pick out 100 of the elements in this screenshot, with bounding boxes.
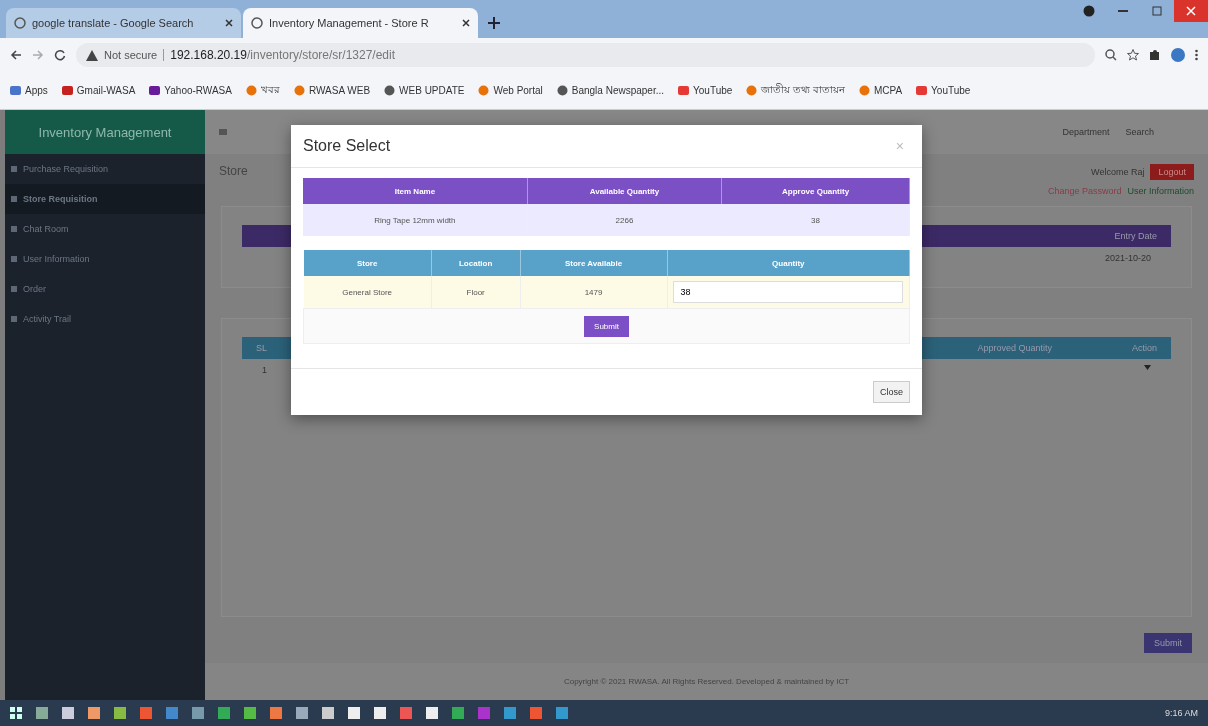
submit-button[interactable]: Submit — [1144, 633, 1192, 653]
column-header: Store Available — [520, 250, 668, 276]
bookmark[interactable]: Bangla Newspaper... — [556, 85, 665, 96]
app-icon[interactable] — [296, 707, 308, 719]
bookmark[interactable]: YouTube — [678, 85, 733, 96]
sidebar-title: Inventory Management — [5, 110, 205, 154]
welcome-text: Welcome Raj — [1091, 167, 1145, 177]
app-icon[interactable] — [426, 707, 438, 719]
circle-icon — [746, 85, 758, 96]
submit-button[interactable]: Submit — [584, 316, 629, 337]
column-header: Action — [1132, 343, 1157, 353]
forward-icon[interactable] — [32, 49, 44, 61]
nav-link[interactable]: Search — [1125, 127, 1154, 137]
column-header: Quantity — [667, 250, 910, 276]
avatar-icon[interactable] — [1171, 48, 1185, 62]
menu-item-icon — [11, 166, 17, 172]
menu-item-icon — [11, 226, 17, 232]
sidebar-item[interactable]: Order — [5, 274, 205, 304]
column-header: SL — [256, 343, 267, 353]
bookmark[interactable]: RWASA WEB — [293, 85, 371, 96]
warning-icon — [86, 49, 98, 61]
bookmark[interactable]: জাতীয় তথ্য বাতায়ন — [746, 82, 845, 99]
column-header: Approve Quantity — [721, 178, 910, 204]
app-icon[interactable] — [244, 707, 256, 719]
table-cell: 2266 — [527, 204, 722, 236]
account-icon[interactable] — [1083, 5, 1095, 17]
column-header: Store — [303, 250, 432, 276]
page-title: Store — [219, 164, 248, 180]
plus-icon[interactable] — [488, 17, 500, 29]
close-icon[interactable] — [225, 19, 233, 27]
browser-tab[interactable]: Inventory Management - Store R — [243, 8, 478, 38]
column-header: Available Quantity — [527, 178, 722, 204]
app-icon[interactable] — [88, 707, 100, 719]
menu-item-icon — [11, 316, 17, 322]
sidebar-item[interactable]: Purchase Requisition — [5, 154, 205, 184]
app-icon[interactable] — [140, 707, 152, 719]
app-icon[interactable] — [530, 707, 542, 719]
caret-icon[interactable] — [1144, 365, 1151, 370]
menu-item-icon — [11, 256, 17, 262]
nav-link[interactable]: Department — [1062, 127, 1110, 137]
maximize-icon[interactable] — [1152, 6, 1162, 16]
column-header: Location — [431, 250, 520, 276]
bookmark[interactable]: খবর — [245, 82, 280, 99]
bookmark[interactable]: Web Portal — [478, 85, 543, 96]
table-cell: 1 — [262, 365, 267, 375]
sidebar-item[interactable]: User Information — [5, 244, 205, 274]
circle-icon — [478, 85, 490, 96]
sidebar-item[interactable]: Activity Trail — [5, 304, 205, 334]
bookmark[interactable]: YouTube — [916, 85, 971, 96]
browser-tab[interactable]: google translate - Google Search — [6, 8, 241, 38]
app-icon[interactable] — [556, 707, 568, 719]
menu-item-icon — [11, 196, 17, 202]
windows-icon[interactable] — [10, 707, 22, 719]
app-icon[interactable] — [452, 707, 464, 719]
table-cell: 1479 — [520, 276, 668, 309]
table-cell: Ring Tape 12mm width — [303, 204, 528, 236]
close-button[interactable]: Close — [873, 381, 910, 403]
column-header: Approved Quantity — [977, 343, 1052, 353]
app-icon[interactable] — [62, 707, 74, 719]
bookmark[interactable]: MCPA — [858, 85, 903, 96]
minimize-icon[interactable] — [1118, 10, 1128, 12]
bookmark[interactable]: Yahoo-RWASA — [149, 85, 232, 96]
menu-item-icon — [11, 286, 17, 292]
app-icon[interactable] — [374, 707, 386, 719]
app-icon[interactable] — [218, 707, 230, 719]
clock: 9:16 AM — [1164, 708, 1198, 718]
circle-icon — [858, 85, 870, 96]
circle-icon — [245, 85, 257, 96]
app-icon[interactable] — [270, 707, 282, 719]
table-cell: 2021-10-20 — [1104, 253, 1151, 263]
app-icon[interactable] — [166, 707, 178, 719]
app-icon[interactable] — [192, 707, 204, 719]
app-icon[interactable] — [400, 707, 412, 719]
back-icon[interactable] — [10, 49, 22, 61]
column-header: Entry Date — [1114, 231, 1157, 241]
app-icon[interactable] — [478, 707, 490, 719]
table-cell: Floor — [431, 276, 520, 309]
quantity-field[interactable]: 38 — [673, 281, 904, 303]
table-cell: General Store — [303, 276, 432, 309]
app-icon[interactable] — [348, 707, 360, 719]
table-cell: 38 — [721, 204, 910, 236]
column-header: Item Name — [303, 178, 528, 204]
menu-icon[interactable] — [219, 129, 227, 135]
app-icon[interactable] — [114, 707, 126, 719]
star-icon[interactable] — [1127, 49, 1139, 61]
app-icon[interactable] — [322, 707, 334, 719]
bookmark[interactable]: WEB UPDATE — [384, 85, 465, 96]
app-icon[interactable] — [504, 707, 516, 719]
circle-icon — [293, 85, 305, 96]
bookmark[interactable]: Apps — [10, 85, 48, 96]
search-icon[interactable] — [1105, 49, 1117, 61]
dialog-title: Store Select — [303, 137, 391, 155]
reload-icon[interactable] — [54, 49, 66, 61]
sidebar-item[interactable]: Chat Room — [5, 214, 205, 244]
close-icon[interactable] — [462, 19, 470, 27]
more-icon[interactable] — [1195, 49, 1198, 61]
app-icon[interactable] — [36, 707, 48, 719]
sidebar-item[interactable]: Store Requisition — [5, 184, 205, 214]
address-field[interactable]: Not secure 192.168.20.19/inventory/store/sr/1327/edit — [76, 43, 1095, 67]
bookmark[interactable]: Gmail-WASA — [61, 85, 136, 96]
